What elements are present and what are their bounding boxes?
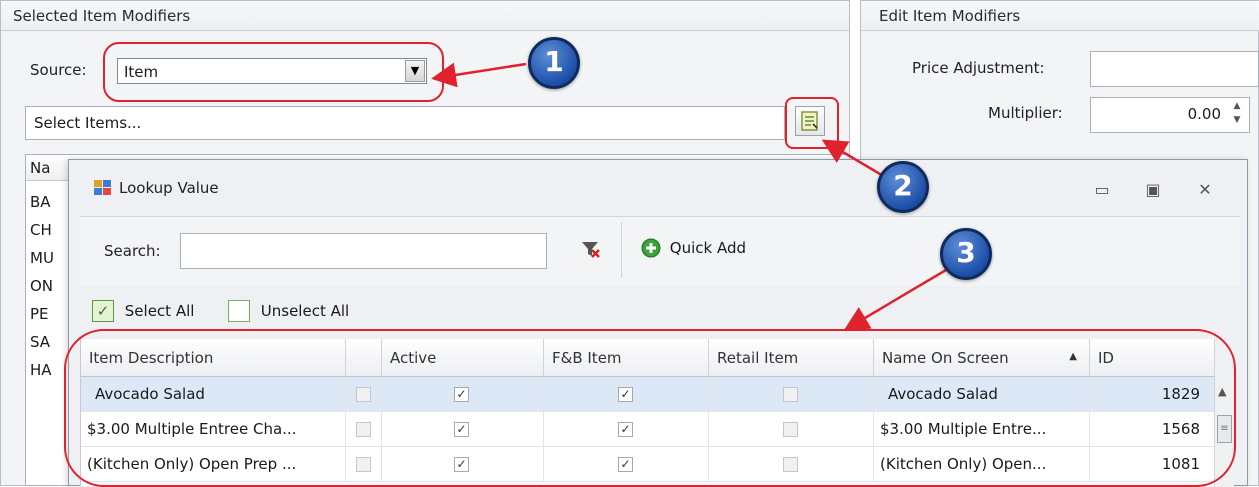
callout-marker-2: 2 (877, 161, 929, 213)
callout-marker-3: 3 (940, 228, 992, 280)
arrow-1 (431, 62, 527, 88)
arrow-3 (843, 268, 947, 331)
callout-marker-1: 1 (528, 37, 580, 89)
arrow-2 (821, 139, 886, 179)
callout-arrows (431, 62, 947, 331)
